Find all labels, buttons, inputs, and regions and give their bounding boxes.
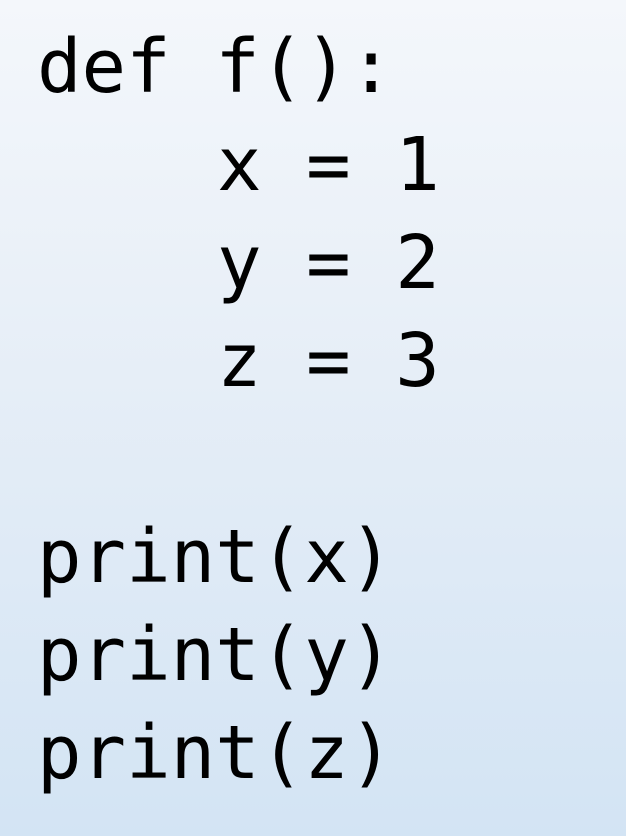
code-line-8: print(z) (37, 710, 394, 796)
code-line-7: print(y) (37, 612, 394, 698)
code-line-3: y = 2 (217, 220, 440, 306)
code-line-6: print(x) (37, 514, 394, 600)
code-block: def f(): x = 1 y = 2 z = 3 print(x) prin… (37, 18, 597, 818)
code-line-1: def f(): (37, 24, 394, 110)
code-line-2: x = 1 (217, 122, 440, 208)
code-line-4: z = 3 (217, 318, 440, 404)
